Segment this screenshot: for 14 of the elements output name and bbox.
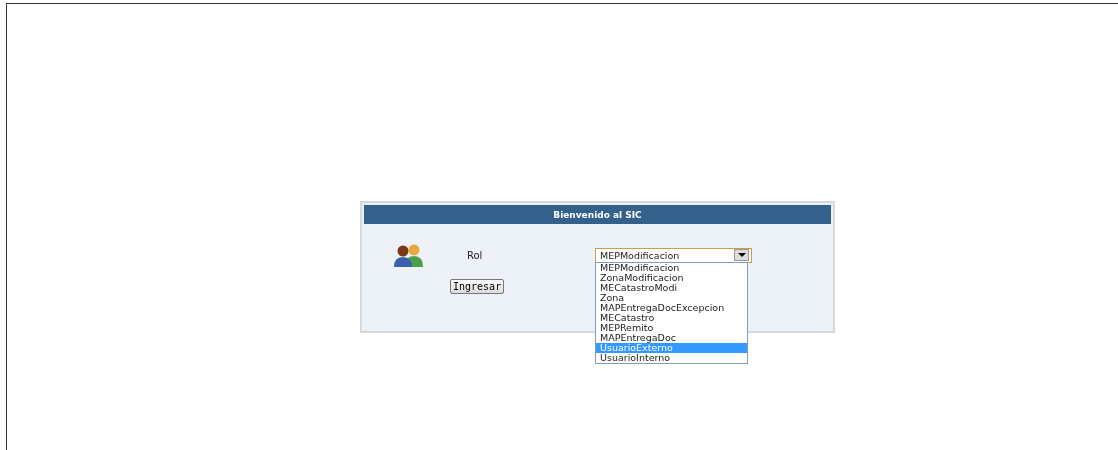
dropdown-option[interactable]: ZonaModificacion [596,272,747,283]
dropdown-option[interactable]: MECatastroModi [596,282,747,293]
dropdown-option[interactable]: MECatastro [596,312,747,324]
dropdown-option[interactable]: UsuarioInterno [596,353,747,364]
login-button[interactable]: Ingresar [450,279,505,294]
dropdown-option[interactable]: MEPModificacion [596,262,747,273]
panel-title: Bienvenido al SIC [553,209,642,220]
role-label: Rol [467,249,484,261]
people-icon [394,243,424,267]
role-dropdown[interactable]: MEPModificacion [595,247,752,263]
dropdown-option[interactable]: MAPEntregaDocExcepcion [596,302,747,313]
dropdown-option[interactable]: MEPRemito [596,323,747,334]
dropdown-option[interactable]: MAPEntregaDoc [596,333,747,344]
dropdown-option[interactable]: Zona [596,292,747,303]
